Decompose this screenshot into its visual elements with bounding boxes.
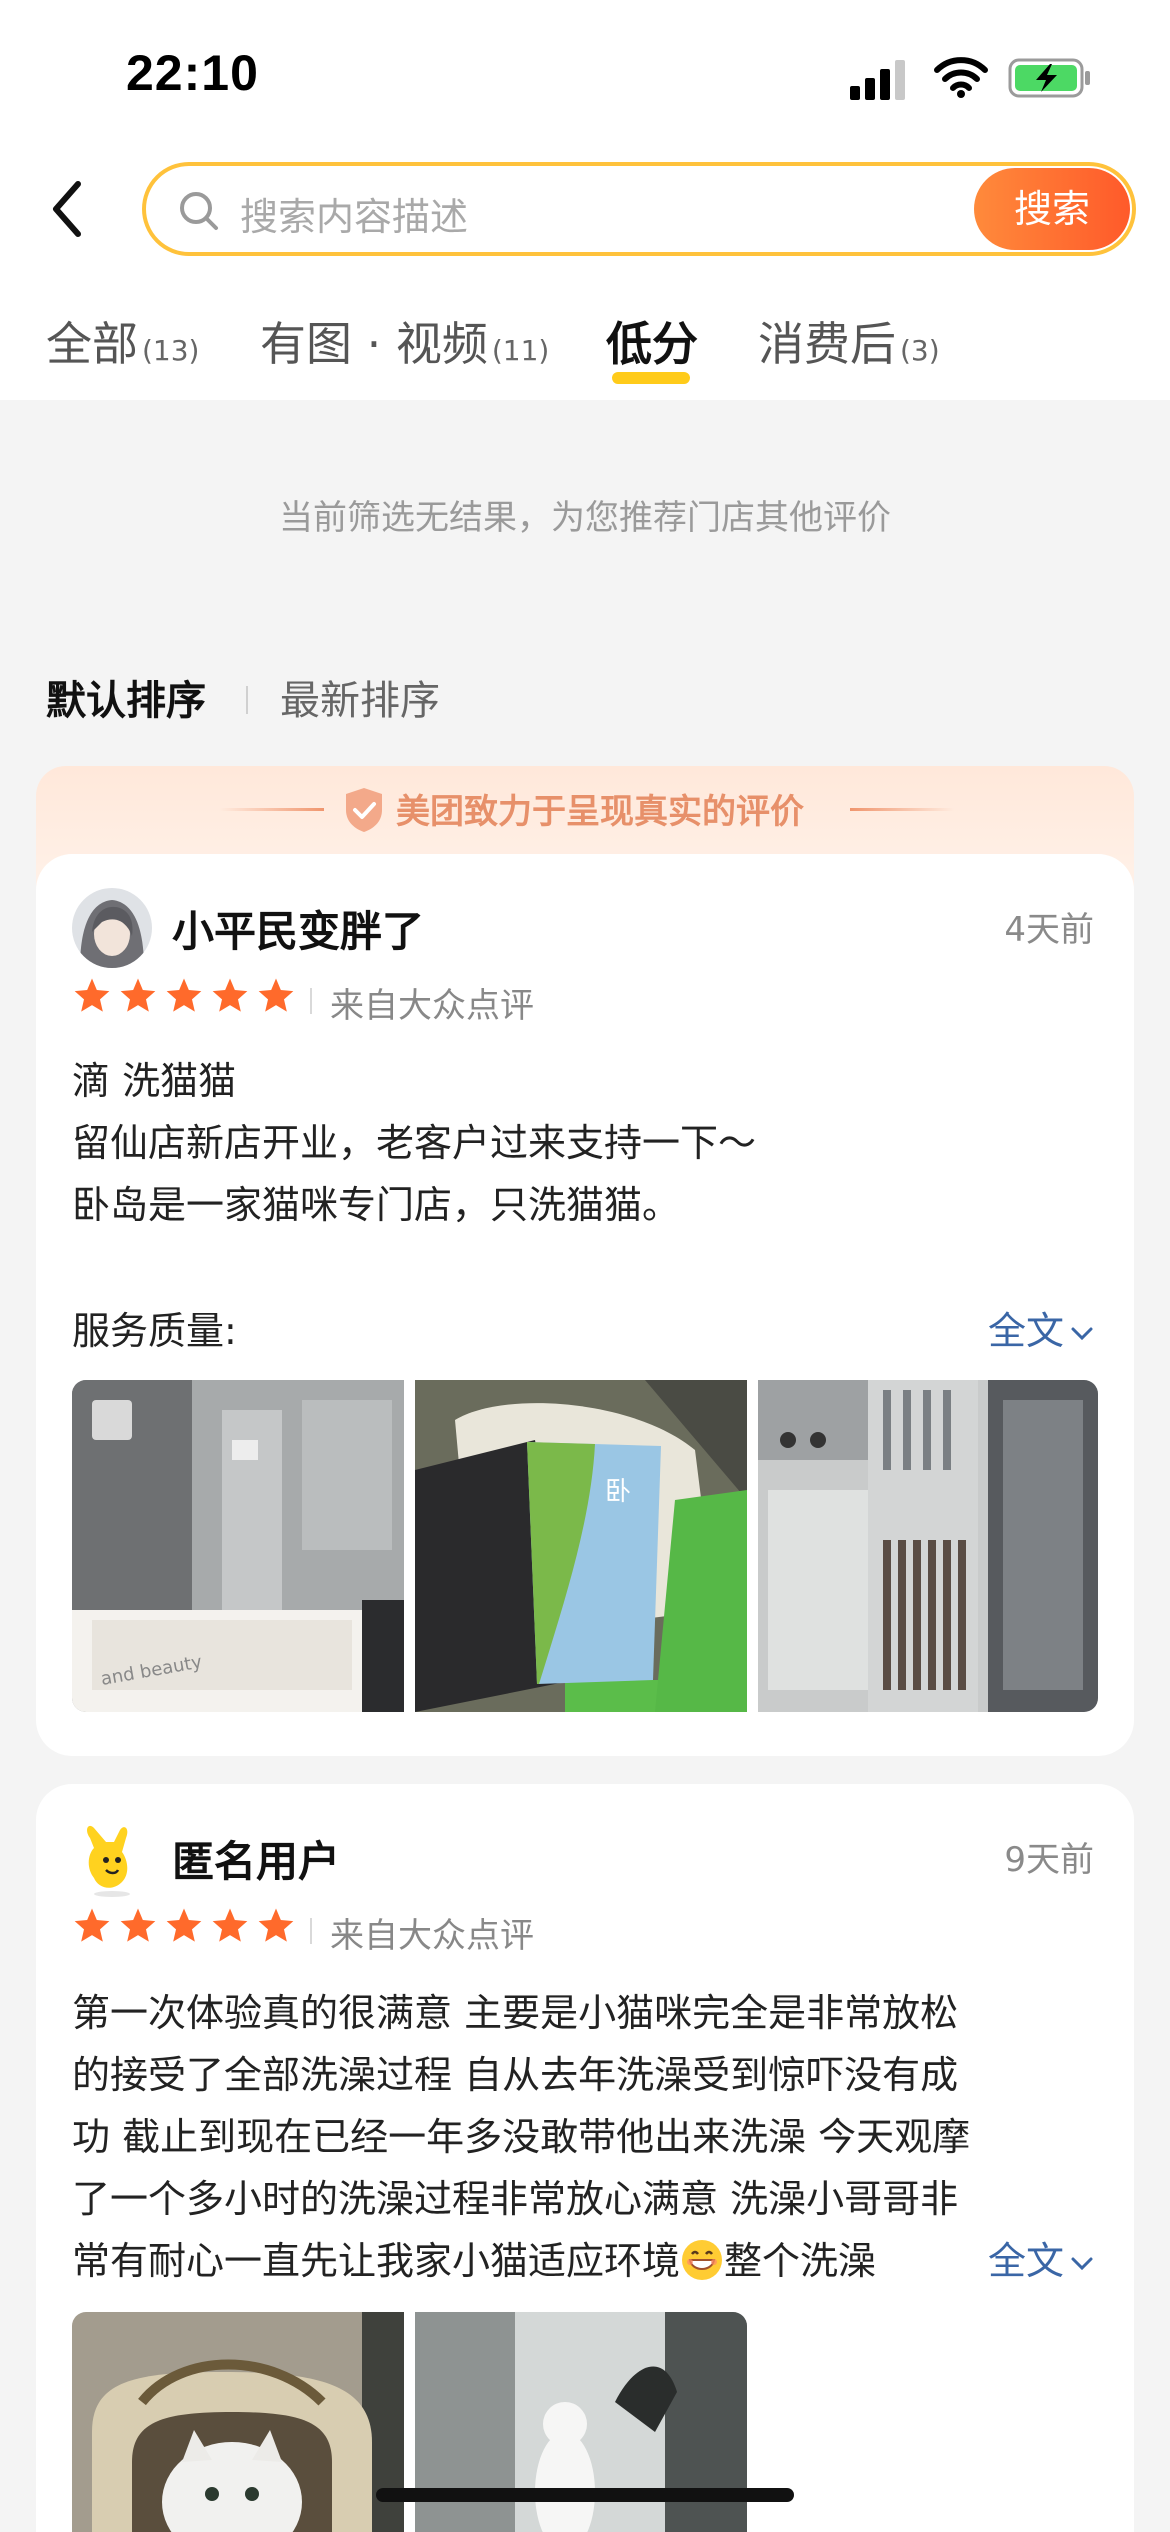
review-source: 来自大众点评 (330, 1916, 534, 1956)
no-result-notice: 当前筛选无结果，为您推荐门店其他评价 (279, 498, 891, 538)
review-text-line: 留仙店新店开业，老客户过来支持一下～ (72, 1121, 757, 1165)
chevron-down-icon (1071, 2257, 1093, 2270)
tab-all[interactable]: 全部 (13) (46, 308, 199, 374)
star-icon (258, 978, 294, 1012)
star-icon (120, 978, 156, 1012)
cellular-signal-icon (850, 58, 910, 100)
review-source: 来自大众点评 (330, 986, 534, 1026)
grinning-emoji-icon (682, 2240, 723, 2280)
review-text-line: 的接受了全部洗澡过程 自从去年洗澡受到惊吓没有成 (72, 2053, 959, 2097)
sort-latest-option[interactable]: 最新排序 (280, 668, 440, 726)
star-icon (120, 1908, 156, 1942)
full-text-label: 全文 (987, 2239, 1064, 2283)
username[interactable]: 匿名用户 (172, 1828, 340, 1889)
star-icon (166, 978, 202, 1012)
source-divider (310, 1918, 312, 1944)
search-placeholder: 搜索内容描述 (240, 195, 469, 239)
tab-count: (3) (900, 334, 940, 367)
review-photo-cat-bag-card[interactable]: 卧 (415, 1380, 747, 1712)
tab-label: 有图 · 视频 (260, 317, 488, 371)
review-text-line: 常有耐心一直先让我家小猫适应环境 整个洗澡 (72, 2230, 876, 2285)
tab-low-score[interactable]: 低分 (606, 308, 698, 374)
search-button[interactable]: 搜索 (974, 168, 1130, 250)
tab-photo-video[interactable]: 有图 · 视频 (11) (260, 308, 549, 374)
sort-divider (246, 686, 248, 714)
tab-label: 低分 (606, 317, 698, 371)
review-text-segment: 整个洗澡 (724, 2239, 877, 2283)
star-icon (258, 1908, 294, 1942)
search-icon (180, 192, 218, 230)
review-text-line: 第一次体验真的很满意 主要是小猫咪完全是非常放松 (72, 1991, 959, 2035)
review-text-line: 了一个多小时的洗澡过程非常放心满意 洗澡小哥哥非 (72, 2177, 959, 2221)
star-icon (212, 978, 248, 1012)
tab-count: (13) (142, 334, 200, 367)
back-arrow-icon[interactable] (44, 178, 94, 240)
avatar[interactable] (72, 888, 152, 968)
status-time: 22:10 (126, 45, 259, 101)
wifi-icon (934, 57, 988, 98)
battery-charging-icon (1008, 58, 1090, 98)
shield-check-icon (346, 788, 382, 832)
search-input[interactable]: 搜索内容描述 搜索 (142, 162, 1136, 256)
review-text-segment: 常有耐心一直先让我家小猫适应环境 (72, 2239, 681, 2283)
star-icon (74, 1908, 110, 1942)
full-text-label: 全文 (987, 1309, 1064, 1353)
review-card[interactable]: 小平民变胖了 4天前 来自大众点评 滴 洗猫猫 留仙店新店开业，老客户过来支持一… (36, 854, 1134, 1756)
banner-text: 美团致力于呈现真实的评价 (396, 792, 804, 832)
review-card[interactable]: 匿名用户 9天前 来自大众点评 第一次体验真的很满意 主要是小猫咪完全是非常放松… (36, 1784, 1134, 2532)
full-text-link[interactable]: 全文 (957, 2230, 1094, 2285)
tab-label: 全部 (46, 317, 138, 371)
tab-count: (11) (491, 334, 550, 367)
full-text-link[interactable]: 全文 (988, 1300, 1094, 1355)
sort-default-option[interactable]: 默认排序 (46, 668, 206, 726)
svg-text:卧: 卧 (605, 1477, 631, 1507)
username[interactable]: 小平民变胖了 (172, 898, 424, 959)
banner-divider-left (220, 808, 324, 811)
service-quality-label: 服务质量: (72, 1309, 237, 1353)
avatar[interactable] (72, 1818, 152, 1898)
review-text-line: 功 截止到现在已经一年多没敢带他出来洗澡 今天观摩 (72, 2115, 971, 2159)
review-time: 4天前 (1004, 910, 1094, 950)
star-icon (74, 978, 110, 1012)
tab-after-purchase[interactable]: 消费后 (3) (758, 308, 940, 374)
active-tab-indicator (612, 372, 690, 384)
home-indicator (376, 2488, 794, 2502)
source-divider (310, 988, 312, 1014)
review-text-line: 卧岛是一家猫咪专门店，只洗猫猫。 (72, 1183, 681, 1227)
review-text-line: 滴 洗猫猫 (72, 1059, 237, 1103)
star-icon (212, 1908, 248, 1942)
review-photo-cat-in-bag[interactable] (72, 2312, 404, 2532)
star-icon (166, 1908, 202, 1942)
tab-label: 消费后 (758, 317, 896, 371)
banner-divider-right (850, 808, 954, 811)
review-time: 9天前 (1004, 1840, 1094, 1880)
chevron-down-icon (1071, 1327, 1093, 1340)
review-photo-cage-room[interactable] (758, 1380, 1098, 1712)
review-photo-bathroom[interactable]: and beauty (72, 1380, 404, 1712)
